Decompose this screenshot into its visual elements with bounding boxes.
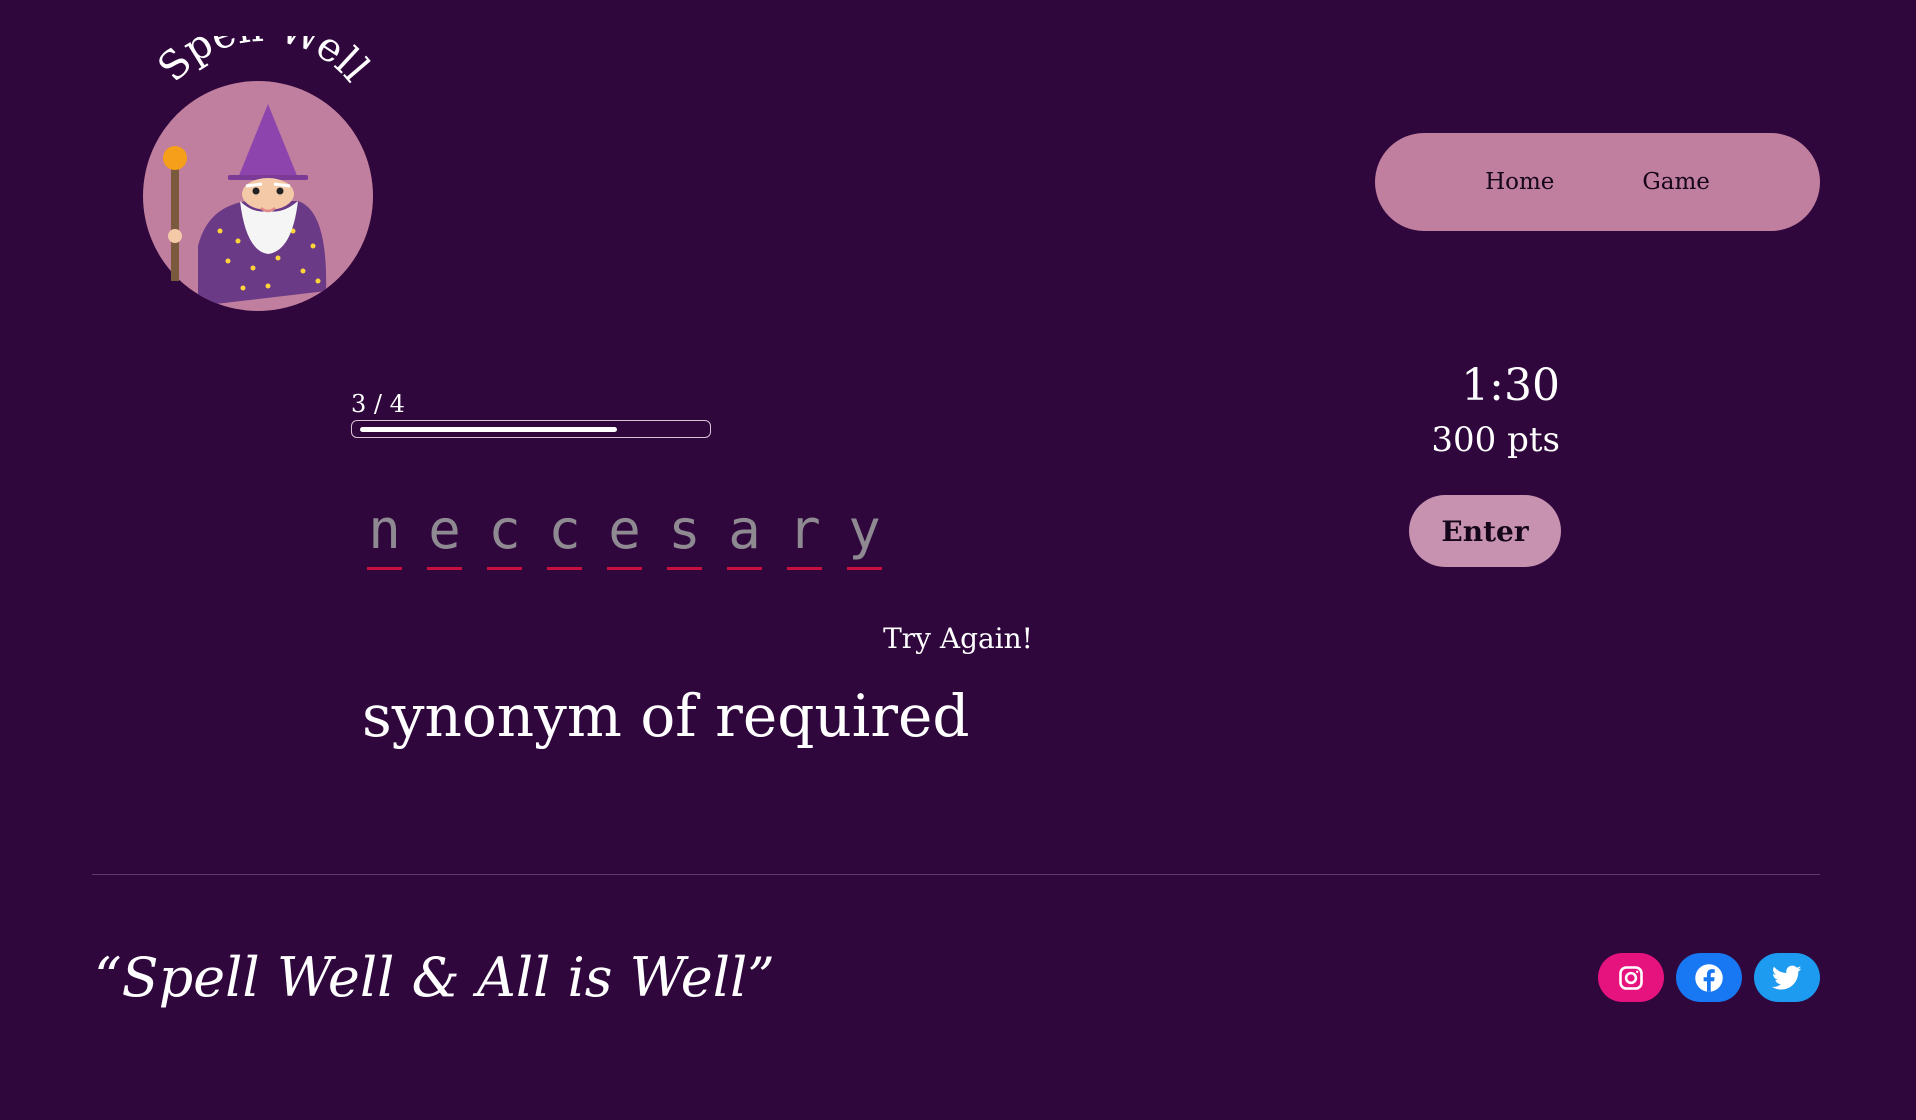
footer-divider [92,874,1820,875]
letter-underline [367,567,402,570]
letter-char: n [368,498,401,561]
letter-underline [667,567,702,570]
letter-underline [607,567,642,570]
spell-well-page: Spell Well [0,0,1916,1120]
main-nav: Home Game [1375,133,1820,231]
instagram-icon [1619,965,1643,990]
letter-char: s [668,498,701,561]
letter-underline [427,567,462,570]
feedback-message: Try Again! [883,622,1033,655]
twitter-icon [1772,965,1802,989]
facebook-icon [1695,963,1723,992]
spell-well-logo[interactable]: Spell Well [128,36,398,316]
letter-slot[interactable]: r [787,495,822,575]
instagram-link[interactable] [1598,953,1664,1002]
enter-button[interactable]: Enter [1409,495,1561,567]
letter-char: e [608,498,641,561]
letter-underline [727,567,762,570]
score-display: 300 pts [1431,420,1560,460]
footer-tagline: “Spell Well & All is Well” [94,946,775,1009]
nav-home-link[interactable]: Home [1485,169,1554,195]
letter-char: y [848,498,881,561]
facebook-link[interactable] [1676,953,1742,1002]
letter-char: c [488,498,521,561]
word-hint: synonym of required [362,682,970,750]
letter-char: a [728,498,761,561]
letter-char: c [548,498,581,561]
letter-slot[interactable]: c [487,495,522,575]
letter-slot[interactable]: e [607,495,642,575]
letter-underline [787,567,822,570]
letter-slot[interactable]: n [367,495,402,575]
letter-underline [547,567,582,570]
progress-count: 3 / 4 [351,390,405,418]
letter-slot[interactable]: c [547,495,582,575]
letter-slot[interactable]: y [847,495,882,575]
letter-char: r [788,498,821,561]
progress-bar [351,420,711,438]
letter-slot[interactable]: e [427,495,462,575]
countdown-timer: 1:30 [1461,360,1560,411]
letter-char: e [428,498,461,561]
progress-bar-fill [360,427,617,432]
letter-underline [847,567,882,570]
letter-input-row[interactable]: neccesary [367,495,882,575]
letter-underline [487,567,522,570]
letter-slot[interactable]: s [667,495,702,575]
twitter-link[interactable] [1754,953,1820,1002]
social-links [1598,953,1820,1002]
nav-game-link[interactable]: Game [1642,169,1710,195]
letter-slot[interactable]: a [727,495,762,575]
